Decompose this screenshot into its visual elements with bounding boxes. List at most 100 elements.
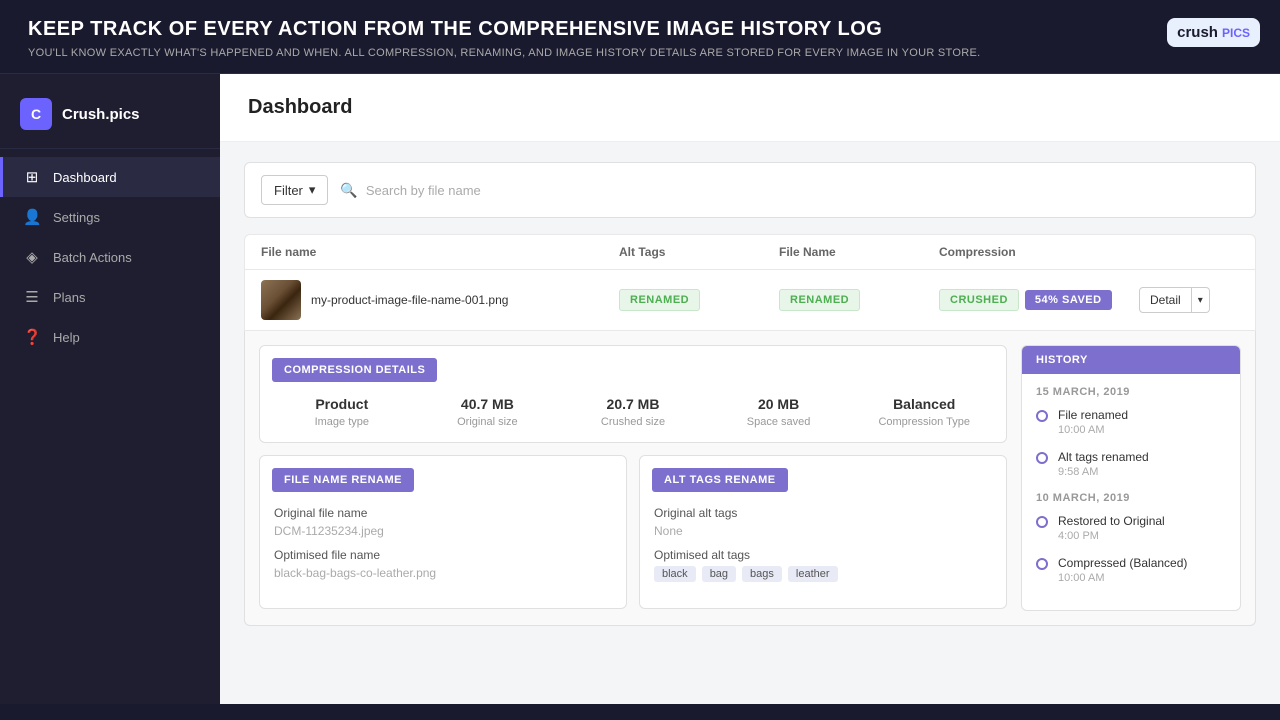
sidebar-brand: C Crush.pics [0, 88, 220, 149]
banner-heading: KEEP TRACK OF EVERY ACTION FROM THE COMP… [28, 18, 1252, 41]
file-name-rename-card: FILE NAME RENAME Original file name DCM-… [259, 455, 627, 609]
batch-actions-icon: ◈ [23, 248, 41, 266]
history-event-compressed: Compressed (Balanced) 10:00 AM [1036, 556, 1226, 584]
table-row: my-product-image-file-name-001.png RENAM… [244, 269, 1256, 331]
col-file-name: File Name [779, 245, 939, 259]
detail-cell: Detail ▾ [1139, 287, 1239, 313]
search-icon: 🔍 [340, 182, 357, 199]
sidebar-label-dashboard: Dashboard [53, 170, 117, 185]
history-event-details: Restored to Original 4:00 PM [1058, 514, 1165, 542]
original-alt-tags-value: None [654, 524, 992, 538]
brand-name: Crush.pics [62, 106, 140, 123]
history-event-text-4: Compressed (Balanced) [1058, 556, 1187, 570]
alt-tags-cell: RENAMED [619, 289, 779, 311]
stat-label-image-type: Image type [274, 416, 410, 428]
history-event-text-1: File renamed [1058, 408, 1128, 422]
file-thumbnail [261, 280, 301, 320]
sidebar-item-settings[interactable]: 👤 Settings [0, 197, 220, 237]
history-event-file-renamed: File renamed 10:00 AM [1036, 408, 1226, 436]
file-name-cell: RENAMED [779, 289, 939, 311]
alt-tags-rename-card: ALT TAGS RENAME Original alt tags None O… [639, 455, 1007, 609]
history-event-text-2: Alt tags renamed [1058, 450, 1149, 464]
history-time-1: 10:00 AM [1058, 424, 1128, 436]
history-time-2: 9:58 AM [1058, 466, 1149, 478]
history-date-1: 15 MARCH, 2019 [1036, 386, 1226, 398]
history-event-restored: Restored to Original 4:00 PM [1036, 514, 1226, 542]
tag-pill-leather: leather [788, 566, 838, 582]
table-header: File name Alt Tags File Name Compression [244, 234, 1256, 269]
brand-icon: C [20, 98, 52, 130]
compression-stats: Product Image type 40.7 MB Original size… [260, 382, 1006, 442]
left-expanded: COMPRESSION DETAILS Product Image type 4… [259, 345, 1007, 611]
col-actions [1139, 245, 1239, 259]
col-filename: File name [261, 245, 619, 259]
settings-icon: 👤 [23, 208, 41, 226]
sidebar-item-plans[interactable]: ☰ Plans [0, 277, 220, 317]
optimised-file-name-label: Optimised file name [274, 548, 612, 562]
sidebar-label-batch-actions: Batch Actions [53, 250, 132, 265]
tag-pill-bag: bag [702, 566, 736, 582]
history-event-details: Compressed (Balanced) 10:00 AM [1058, 556, 1187, 584]
sidebar-item-dashboard[interactable]: ⊞ Dashboard [0, 157, 220, 197]
alt-tags-badge: RENAMED [619, 289, 700, 311]
stat-label-original-size: Original size [420, 416, 556, 428]
stat-value-image-type: Product [274, 396, 410, 412]
toolbar: Filter ▾ 🔍 Search by file name [244, 162, 1256, 218]
stat-value-space-saved: 20 MB [711, 396, 847, 412]
compression-details-card: COMPRESSION DETAILS Product Image type 4… [259, 345, 1007, 443]
history-event-details: Alt tags renamed 9:58 AM [1058, 450, 1149, 478]
sidebar-item-help[interactable]: ❓ Help [0, 317, 220, 357]
expanded-area: COMPRESSION DETAILS Product Image type 4… [244, 331, 1256, 626]
sidebar-label-settings: Settings [53, 210, 100, 225]
stat-value-original-size: 40.7 MB [420, 396, 556, 412]
original-file-name-value: DCM-11235234.jpeg [274, 524, 612, 538]
optimised-alt-tags-field: Optimised alt tags black bag bags leathe… [640, 548, 1006, 592]
history-header: HISTORY [1022, 346, 1240, 374]
stat-label-compression-type: Compression Type [856, 416, 992, 428]
stat-compression-type: Balanced Compression Type [856, 396, 992, 428]
filter-label: Filter [274, 183, 303, 198]
sidebar-item-batch-actions[interactable]: ◈ Batch Actions [0, 237, 220, 277]
stat-value-compression-type: Balanced [856, 396, 992, 412]
history-time-3: 4:00 PM [1058, 530, 1165, 542]
history-dot [1036, 452, 1048, 464]
alt-tags-list: black bag bags leather [654, 566, 992, 582]
thumb-image [261, 280, 301, 320]
history-dot [1036, 558, 1048, 570]
history-card: HISTORY 15 MARCH, 2019 File renamed 10:0… [1021, 345, 1241, 611]
detail-dropdown-button[interactable]: ▾ [1192, 287, 1210, 313]
original-alt-tags-field: Original alt tags None [640, 506, 1006, 548]
history-dot [1036, 516, 1048, 528]
history-body: 15 MARCH, 2019 File renamed 10:00 AM A [1022, 374, 1240, 610]
file-name-text: my-product-image-file-name-001.png [311, 293, 508, 307]
chevron-down-icon: ▾ [309, 182, 316, 198]
search-placeholder: Search by file name [366, 183, 481, 198]
history-event-details: File renamed 10:00 AM [1058, 408, 1128, 436]
stat-crushed-size: 20.7 MB Crushed size [565, 396, 701, 428]
tag-pill-black: black [654, 566, 696, 582]
original-file-name-label: Original file name [274, 506, 612, 520]
plans-icon: ☰ [23, 288, 41, 306]
col-alt-tags: Alt Tags [619, 245, 779, 259]
chevron-down-icon: ▾ [1198, 295, 1203, 306]
compression-details-label: COMPRESSION DETAILS [272, 358, 437, 382]
history-time-4: 10:00 AM [1058, 572, 1187, 584]
saved-badge: 54% SAVED [1025, 290, 1112, 310]
sidebar-label-help: Help [53, 330, 80, 345]
page-title: Dashboard [248, 96, 1252, 119]
filter-button[interactable]: Filter ▾ [261, 175, 328, 205]
search-wrap: 🔍 Search by file name [340, 182, 1239, 199]
logo-sub: PICS [1222, 26, 1250, 40]
original-alt-tags-label: Original alt tags [654, 506, 992, 520]
file-cell: my-product-image-file-name-001.png [261, 280, 619, 320]
original-file-name-field: Original file name DCM-11235234.jpeg [260, 506, 626, 548]
history-event-alt-renamed: Alt tags renamed 9:58 AM [1036, 450, 1226, 478]
history-event-text-3: Restored to Original [1058, 514, 1165, 528]
compression-badge: CRUSHED [939, 289, 1019, 311]
compression-cell: CRUSHED 54% SAVED [939, 289, 1139, 311]
detail-button[interactable]: Detail [1139, 287, 1192, 313]
sidebar: C Crush.pics ⊞ Dashboard 👤 Settings ◈ Ba… [0, 74, 220, 704]
stat-image-type: Product Image type [274, 396, 410, 428]
history-dot [1036, 410, 1048, 422]
optimised-alt-tags-label: Optimised alt tags [654, 548, 992, 562]
